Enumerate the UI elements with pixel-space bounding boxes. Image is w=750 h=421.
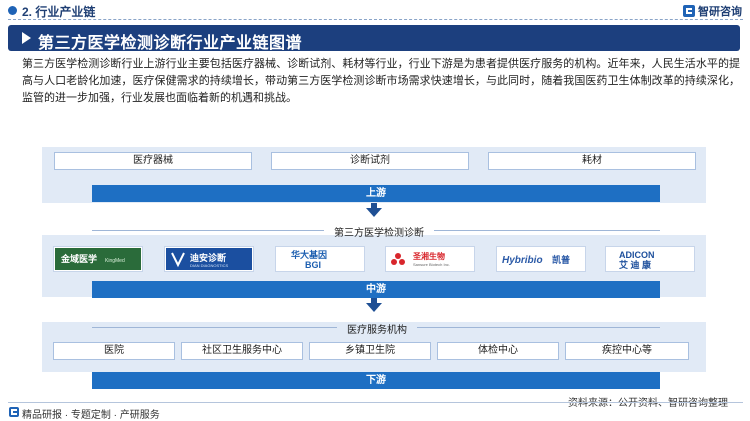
svg-text:KingMed: KingMed	[105, 258, 125, 264]
midstream-label: 中游	[92, 281, 660, 298]
bgi-logo-icon: 华大基因 BGI	[291, 249, 327, 270]
svg-text:BGI: BGI	[305, 260, 321, 270]
sansure-logo-icon: 圣湘生物 Sansure Biotech Inc.	[391, 251, 450, 267]
down-arrow-icon	[366, 208, 382, 217]
upstream-item: 诊断试剂	[271, 152, 469, 170]
downstream-item: 乡镇卫生院	[309, 342, 431, 360]
company-logo-hybribio: Hybribio 凯普	[496, 246, 586, 272]
title-banner: 第三方医学检测诊断行业产业链图谱	[8, 25, 740, 52]
page-title: 第三方医学检测诊断行业产业链图谱	[38, 35, 303, 52]
svg-text:凯普: 凯普	[552, 254, 570, 265]
downstream-item: 体检中心	[437, 342, 559, 360]
upstream-item: 医疗器械	[54, 152, 252, 170]
top-bar: 2. 行业产业链 智研咨询	[0, 0, 750, 22]
upstream-label: 上游	[92, 185, 660, 202]
dian-logo-icon: 迪安诊断 DIAN DIAGNOSTICS	[166, 248, 252, 270]
svg-text:Sansure Biotech Inc.: Sansure Biotech Inc.	[413, 262, 450, 267]
company-logo-bgi: 华大基因 BGI	[275, 246, 365, 272]
company-logo-adicon: ADICON 艾 迪 康	[605, 246, 695, 272]
downstream-title: 医疗服务机构	[347, 325, 407, 336]
svg-text:艾 迪 康: 艾 迪 康	[619, 259, 652, 270]
svg-text:圣湘生物: 圣湘生物	[412, 251, 445, 261]
svg-text:迪安诊断: 迪安诊断	[190, 252, 226, 263]
footer-tagline: 精品研报 · 专题定制 · 产研服务	[22, 410, 160, 421]
svg-text:DIAN DIAGNOSTICS: DIAN DIAGNOSTICS	[190, 263, 229, 268]
hybribio-logo-icon: Hybribio 凯普	[502, 254, 570, 266]
section-title: 2. 行业产业链	[22, 5, 96, 19]
midstream-title: 第三方医学检测诊断	[334, 228, 424, 239]
footer-logo-icon	[9, 407, 19, 417]
top-divider	[8, 19, 743, 20]
divider-line	[92, 327, 337, 328]
company-logo-sansure: 圣湘生物 Sansure Biotech Inc.	[385, 246, 475, 272]
downstream-item: 社区卫生服务中心	[181, 342, 303, 360]
svg-text:ADICON: ADICON	[619, 250, 655, 260]
footer-divider	[8, 402, 743, 403]
intro-paragraph: 第三方医学检测诊断行业上游行业主要包括医疗器械、诊断试剂、耗材等行业，行业下游是…	[22, 58, 740, 104]
brand-name: 智研咨询	[698, 6, 742, 18]
down-arrow-icon	[366, 303, 382, 312]
svg-text:华大基因: 华大基因	[291, 249, 327, 260]
divider-line	[92, 230, 324, 231]
divider-line	[417, 327, 660, 328]
svg-text:金域医学: 金域医学	[60, 253, 97, 264]
divider-line	[434, 230, 660, 231]
brand-logo-icon	[683, 5, 695, 17]
company-logo-kingmed: 金域医学 KingMed	[53, 246, 143, 272]
banner-triangle-icon	[22, 32, 31, 44]
section-bullet-icon	[8, 6, 17, 15]
company-logo-dian: 迪安诊断 DIAN DIAGNOSTICS	[164, 246, 254, 272]
downstream-label: 下游	[92, 372, 660, 389]
downstream-item: 疾控中心等	[565, 342, 689, 360]
downstream-item: 医院	[53, 342, 175, 360]
upstream-item: 耗材	[488, 152, 696, 170]
svg-text:Hybribio: Hybribio	[502, 255, 543, 266]
kingmed-logo-icon: 金域医学 KingMed	[55, 248, 141, 270]
brand: 智研咨询	[683, 3, 742, 19]
adicon-logo-icon: ADICON 艾 迪 康	[619, 250, 655, 270]
